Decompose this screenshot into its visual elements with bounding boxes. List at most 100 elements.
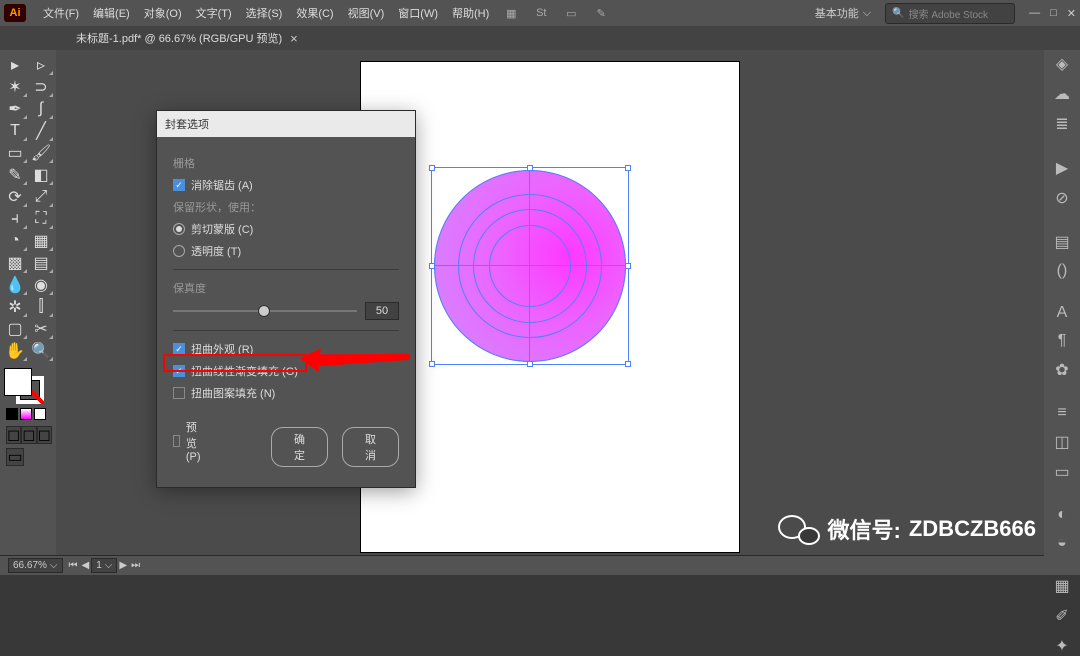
appearance-panel-icon[interactable]: ◐ bbox=[1051, 506, 1073, 524]
menu-view[interactable]: 视图(V) bbox=[341, 5, 392, 21]
shape-builder-tool[interactable]: ◔ bbox=[2, 230, 28, 252]
menu-object[interactable]: 对象(O) bbox=[137, 5, 189, 21]
screen-mode[interactable]: ▭ bbox=[6, 448, 24, 466]
fill-swatch[interactable] bbox=[4, 368, 32, 396]
handle-s[interactable] bbox=[527, 361, 533, 367]
eyedropper-tool[interactable]: 💧 bbox=[2, 274, 28, 296]
selection-bbox[interactable] bbox=[431, 167, 629, 365]
mesh-tool[interactable]: ▩ bbox=[2, 252, 28, 274]
workspace-switcher[interactable]: 基本功能 ⌵ bbox=[807, 3, 879, 23]
distort-appearance-checkbox[interactable] bbox=[173, 343, 185, 355]
symbol-sprayer-tool[interactable]: ✲ bbox=[2, 296, 28, 318]
none-mode-btn[interactable] bbox=[34, 408, 46, 420]
direct-selection-tool[interactable]: ▹ bbox=[28, 54, 54, 76]
slice-tool[interactable]: ✂ bbox=[28, 318, 54, 340]
symbols-panel-icon[interactable]: ✦ bbox=[1051, 636, 1073, 656]
nav-prev[interactable]: ◀ bbox=[82, 560, 90, 571]
ok-button[interactable]: 确定 bbox=[271, 427, 328, 467]
scale-tool[interactable]: ⤢ bbox=[28, 186, 54, 208]
antialias-checkbox[interactable] bbox=[173, 179, 185, 191]
artboard-tool[interactable]: ▢ bbox=[2, 318, 28, 340]
menu-select[interactable]: 选择(S) bbox=[239, 5, 290, 21]
nav-next[interactable]: ▶ bbox=[119, 560, 127, 571]
cc-libraries-icon[interactable]: ☁ bbox=[1051, 84, 1073, 104]
play-icon[interactable]: ▶ bbox=[1051, 158, 1073, 178]
perspective-tool[interactable]: ▦ bbox=[28, 230, 54, 252]
handle-nw[interactable] bbox=[429, 165, 435, 171]
preview-checkbox[interactable] bbox=[173, 435, 180, 447]
line-tool[interactable]: ╱ bbox=[28, 120, 54, 142]
close-button[interactable]: ✕ bbox=[1067, 7, 1076, 20]
align-panel-icon[interactable]: ≡ bbox=[1051, 404, 1073, 422]
stock-icon[interactable]: St bbox=[532, 4, 550, 22]
handle-se[interactable] bbox=[625, 361, 631, 367]
minimize-button[interactable]: — bbox=[1029, 7, 1040, 20]
curvature-tool[interactable]: ∫ bbox=[28, 98, 54, 120]
slider-thumb[interactable] bbox=[258, 305, 270, 317]
blend-tool[interactable]: ◉ bbox=[28, 274, 54, 296]
eraser-tool[interactable]: ◧ bbox=[28, 164, 54, 186]
tab-close-icon[interactable]: × bbox=[290, 31, 298, 46]
pathfinder-panel-icon[interactable]: ◫ bbox=[1051, 432, 1073, 452]
graphic-styles-icon[interactable]: ◒ bbox=[1051, 534, 1073, 552]
transform-panel-icon[interactable]: ▭ bbox=[1051, 462, 1073, 482]
handle-w[interactable] bbox=[429, 263, 435, 269]
swatches-panel-icon[interactable]: ▦ bbox=[1051, 576, 1073, 596]
properties-panel-icon[interactable]: ◈ bbox=[1051, 54, 1073, 74]
hand-tool[interactable]: ✋ bbox=[2, 340, 28, 362]
zoom-tool[interactable]: 🔍 bbox=[28, 340, 54, 362]
handle-n[interactable] bbox=[527, 165, 533, 171]
glyphs-panel-icon[interactable]: ✿ bbox=[1051, 360, 1073, 380]
cancel-button[interactable]: 取消 bbox=[342, 427, 399, 467]
character-panel-icon[interactable]: A bbox=[1051, 304, 1073, 322]
selection-tool[interactable]: ▸ bbox=[2, 54, 28, 76]
menu-type[interactable]: 文字(T) bbox=[189, 5, 239, 21]
menu-edit[interactable]: 编辑(E) bbox=[86, 5, 137, 21]
link-icon[interactable]: ⊘ bbox=[1051, 188, 1073, 208]
fidelity-slider[interactable] bbox=[173, 310, 357, 312]
type-tool[interactable]: T bbox=[2, 120, 28, 142]
clip-mask-radio[interactable] bbox=[173, 223, 185, 235]
graph-tool[interactable]: ⫿ bbox=[28, 296, 54, 318]
brushes-panel-icon[interactable]: ✐ bbox=[1051, 606, 1073, 626]
panel-icon-1[interactable]: ▤ bbox=[1051, 232, 1073, 252]
arrange-icon[interactable]: ▭ bbox=[562, 4, 580, 22]
handle-ne[interactable] bbox=[625, 165, 631, 171]
gradient-tool[interactable]: ▤ bbox=[28, 252, 54, 274]
gradient-mode-btn[interactable] bbox=[20, 408, 32, 420]
paragraph-panel-icon[interactable]: ¶ bbox=[1051, 332, 1073, 350]
document-tab[interactable]: 未标题-1.pdf* @ 66.67% (RGB/GPU 预览) × bbox=[68, 26, 306, 50]
shaper-tool[interactable]: ✎ bbox=[2, 164, 28, 186]
color-mode-btn[interactable] bbox=[6, 408, 18, 420]
menu-file[interactable]: 文件(F) bbox=[36, 5, 86, 21]
rectangle-tool[interactable]: ▭ bbox=[2, 142, 28, 164]
gpu-icon[interactable]: ✎ bbox=[592, 4, 610, 22]
maximize-button[interactable]: □ bbox=[1050, 7, 1057, 20]
draw-inside[interactable]: ◻ bbox=[37, 426, 52, 444]
distort-gradient-checkbox[interactable] bbox=[173, 365, 185, 377]
zoom-field[interactable]: 66.67%⌵ bbox=[8, 558, 63, 573]
transparency-radio[interactable] bbox=[173, 245, 185, 257]
rotate-tool[interactable]: ⟳ bbox=[2, 186, 28, 208]
menu-window[interactable]: 窗口(W) bbox=[391, 5, 445, 21]
pen-tool[interactable]: ✒ bbox=[2, 98, 28, 120]
search-input[interactable]: 🔍搜索 Adobe Stock bbox=[885, 3, 1015, 24]
paintbrush-tool[interactable]: 🖌 bbox=[28, 142, 54, 164]
magic-wand-tool[interactable]: ✶ bbox=[2, 76, 28, 98]
nav-next-last[interactable]: ⏭ bbox=[131, 560, 140, 571]
draw-behind[interactable]: ◻ bbox=[21, 426, 36, 444]
artboard-nav-field[interactable]: 1⌵ bbox=[91, 558, 117, 573]
menu-effect[interactable]: 效果(C) bbox=[289, 5, 340, 21]
nav-prev-first[interactable]: ⏮ bbox=[69, 560, 78, 571]
fidelity-value-input[interactable] bbox=[365, 302, 399, 320]
handle-sw[interactable] bbox=[429, 361, 435, 367]
free-transform-tool[interactable]: ⛶ bbox=[28, 208, 54, 230]
distort-pattern-checkbox[interactable] bbox=[173, 387, 185, 399]
bridge-icon[interactable]: ▦ bbox=[502, 4, 520, 22]
handle-e[interactable] bbox=[625, 263, 631, 269]
draw-normal[interactable]: ◻ bbox=[6, 426, 21, 444]
panel-icon-2[interactable]: () bbox=[1051, 262, 1073, 280]
menu-help[interactable]: 帮助(H) bbox=[445, 5, 496, 21]
width-tool[interactable]: ⫞ bbox=[2, 208, 28, 230]
fill-stroke-control[interactable] bbox=[4, 368, 48, 404]
